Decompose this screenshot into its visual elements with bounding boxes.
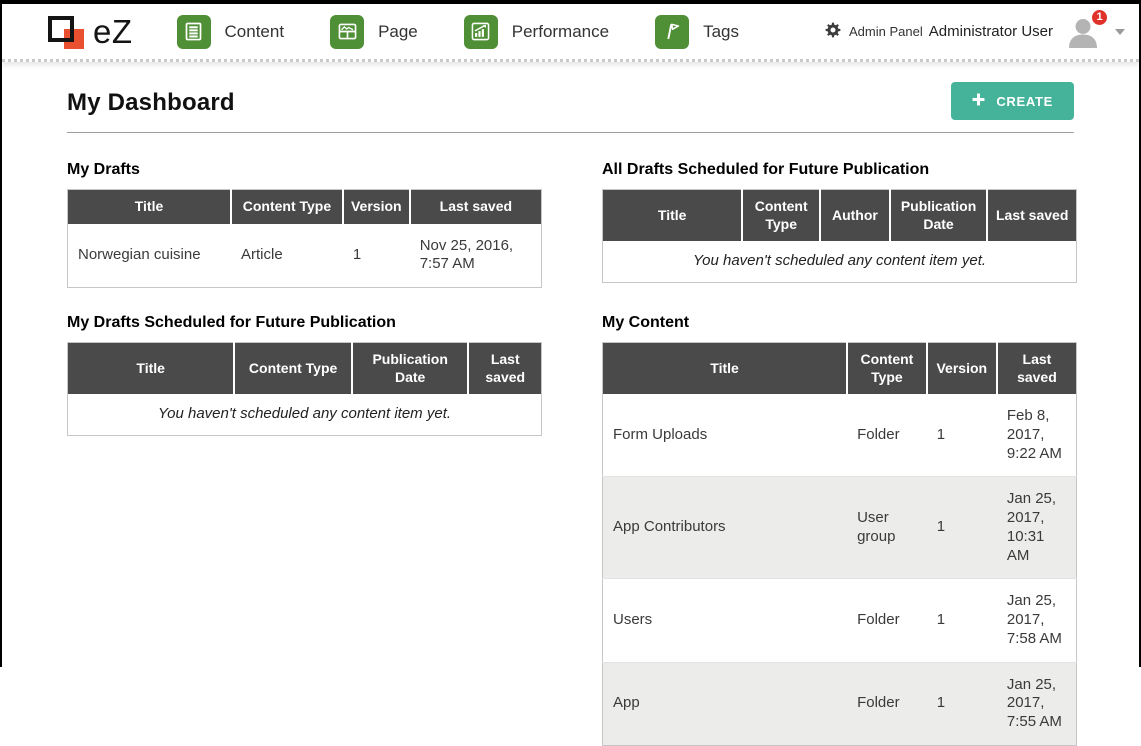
empty-row: You haven't scheduled any content item y…	[68, 394, 542, 435]
nav-item-content[interactable]: Content	[177, 15, 285, 49]
table-cell: Users	[603, 579, 848, 662]
table-cell: 1	[927, 579, 997, 662]
column-header: Title	[603, 343, 848, 395]
empty-message: You haven't scheduled any content item y…	[68, 394, 542, 435]
dashboard-grid: My Drafts TitleContent TypeVersionLast s…	[67, 161, 1074, 746]
table-cell: Folder	[847, 579, 927, 662]
column-header: Content Type	[847, 343, 927, 395]
column-header: Publication Date	[352, 343, 469, 395]
notification-badge: 1	[1090, 8, 1109, 27]
section-heading: My Content	[602, 314, 1077, 332]
admin-panel-link[interactable]: Admin Panel	[825, 22, 923, 41]
column-header: Content Type	[742, 190, 820, 242]
avatar[interactable]: 1	[1065, 16, 1101, 48]
my-drafts-scheduled-table: TitleContent TypePublication DateLast sa…	[67, 342, 542, 436]
table-cell: Form Uploads	[603, 394, 848, 477]
table-row[interactable]: AppFolder1Jan 25, 2017, 7:55 AM	[603, 662, 1077, 745]
table-row[interactable]: Form UploadsFolder1Feb 8, 2017, 9:22 AM	[603, 394, 1077, 477]
my-content-table: TitleContent TypeVersionLast savedForm U…	[602, 342, 1077, 746]
tags-icon	[655, 15, 689, 49]
table-row[interactable]: App ContributorsUser group1Jan 25, 2017,…	[603, 477, 1077, 579]
nav-item-label: Content	[225, 22, 285, 42]
table-cell: User group	[847, 477, 927, 579]
create-button-label: CREATE	[996, 94, 1053, 109]
column-header: Last saved	[997, 343, 1077, 395]
empty-row: You haven't scheduled any content item y…	[603, 241, 1077, 282]
table-cell: Jan 25, 2017, 10:31 AM	[997, 477, 1077, 579]
section-my-drafts: My Drafts TitleContent TypeVersionLast s…	[67, 161, 542, 288]
my-drafts-table: TitleContent TypeVersionLast savedNorweg…	[67, 189, 542, 288]
table-cell: Folder	[847, 662, 927, 745]
table-cell: 1	[343, 224, 410, 288]
column-header: Title	[603, 190, 743, 242]
column-header: Title	[68, 343, 235, 395]
table-cell: App	[603, 662, 848, 745]
logo-text: eZ	[93, 15, 133, 48]
nav-item-page[interactable]: Page	[330, 15, 418, 49]
table-row[interactable]: UsersFolder1Jan 25, 2017, 7:58 AM	[603, 579, 1077, 662]
table-cell: Folder	[847, 394, 927, 477]
user-menu[interactable]: Administrator User 1	[929, 16, 1125, 48]
column-header: Last saved	[468, 343, 541, 395]
table-header-row: TitleContent TypeVersionLast saved	[603, 343, 1077, 395]
column-header: Author	[820, 190, 890, 242]
content-icon	[177, 15, 211, 49]
title-row: My Dashboard CREATE	[67, 82, 1074, 133]
table-cell: 1	[927, 477, 997, 579]
table-header-row: TitleContent TypePublication DateLast sa…	[68, 343, 542, 395]
table-cell: Jan 25, 2017, 7:58 AM	[997, 579, 1077, 662]
gear-icon	[825, 22, 841, 41]
performance-icon	[464, 15, 498, 49]
ez-logo[interactable]: eZ	[46, 12, 133, 52]
table-cell: Article	[231, 224, 343, 288]
logo-black-square	[48, 16, 74, 42]
nav-item-tags[interactable]: Tags	[655, 15, 739, 49]
nav-item-label: Tags	[703, 22, 739, 42]
dashboard-page: My Dashboard CREATE My Drafts TitleConte…	[2, 82, 1139, 746]
table-header-row: TitleContent TypeAuthorPublication DateL…	[603, 190, 1077, 242]
all-drafts-scheduled-table: TitleContent TypeAuthorPublication DateL…	[602, 189, 1077, 283]
section-my-drafts-scheduled: My Drafts Scheduled for Future Publicati…	[67, 314, 542, 436]
section-heading: My Drafts	[67, 161, 542, 179]
table-cell: 1	[927, 394, 997, 477]
table-cell: Jan 25, 2017, 7:55 AM	[997, 662, 1077, 745]
chevron-down-icon	[1115, 29, 1125, 35]
section-heading: My Drafts Scheduled for Future Publicati…	[67, 314, 542, 332]
column-header: Publication Date	[890, 190, 988, 242]
table-cell: Feb 8, 2017, 9:22 AM	[997, 394, 1077, 477]
plus-icon	[972, 93, 985, 109]
section-my-content: My Content TitleContent TypeVersionLast …	[602, 314, 1077, 746]
nav-item-label: Page	[378, 22, 418, 42]
nav-item-performance[interactable]: Performance	[464, 15, 609, 49]
user-name: Administrator User	[929, 23, 1053, 40]
table-cell: Nov 25, 2016, 7:57 AM	[410, 224, 542, 288]
main-nav: Content Page	[177, 15, 740, 49]
column-header: Last saved	[987, 190, 1076, 242]
nav-item-label: Performance	[512, 22, 609, 42]
section-heading: All Drafts Scheduled for Future Publicat…	[602, 161, 1077, 179]
create-button[interactable]: CREATE	[951, 82, 1074, 120]
page-icon	[330, 15, 364, 49]
table-cell: 1	[927, 662, 997, 745]
column-header: Last saved	[410, 190, 542, 224]
admin-panel-label: Admin Panel	[849, 24, 923, 39]
column-header: Title	[68, 190, 232, 224]
top-navigation-bar: eZ Content	[2, 4, 1139, 62]
section-all-drafts-scheduled: All Drafts Scheduled for Future Publicat…	[602, 161, 1077, 283]
table-header-row: TitleContent TypeVersionLast saved	[68, 190, 542, 224]
table-cell: App Contributors	[603, 477, 848, 579]
table-cell: Norwegian cuisine	[68, 224, 232, 288]
column-header: Version	[343, 190, 410, 224]
empty-message: You haven't scheduled any content item y…	[603, 241, 1077, 282]
ez-logo-icon	[46, 12, 87, 52]
column-header: Content Type	[231, 190, 343, 224]
column-header: Version	[927, 343, 997, 395]
column-header: Content Type	[234, 343, 352, 395]
page-title: My Dashboard	[67, 89, 235, 117]
table-row[interactable]: Norwegian cuisineArticle1Nov 25, 2016, 7…	[68, 224, 542, 288]
